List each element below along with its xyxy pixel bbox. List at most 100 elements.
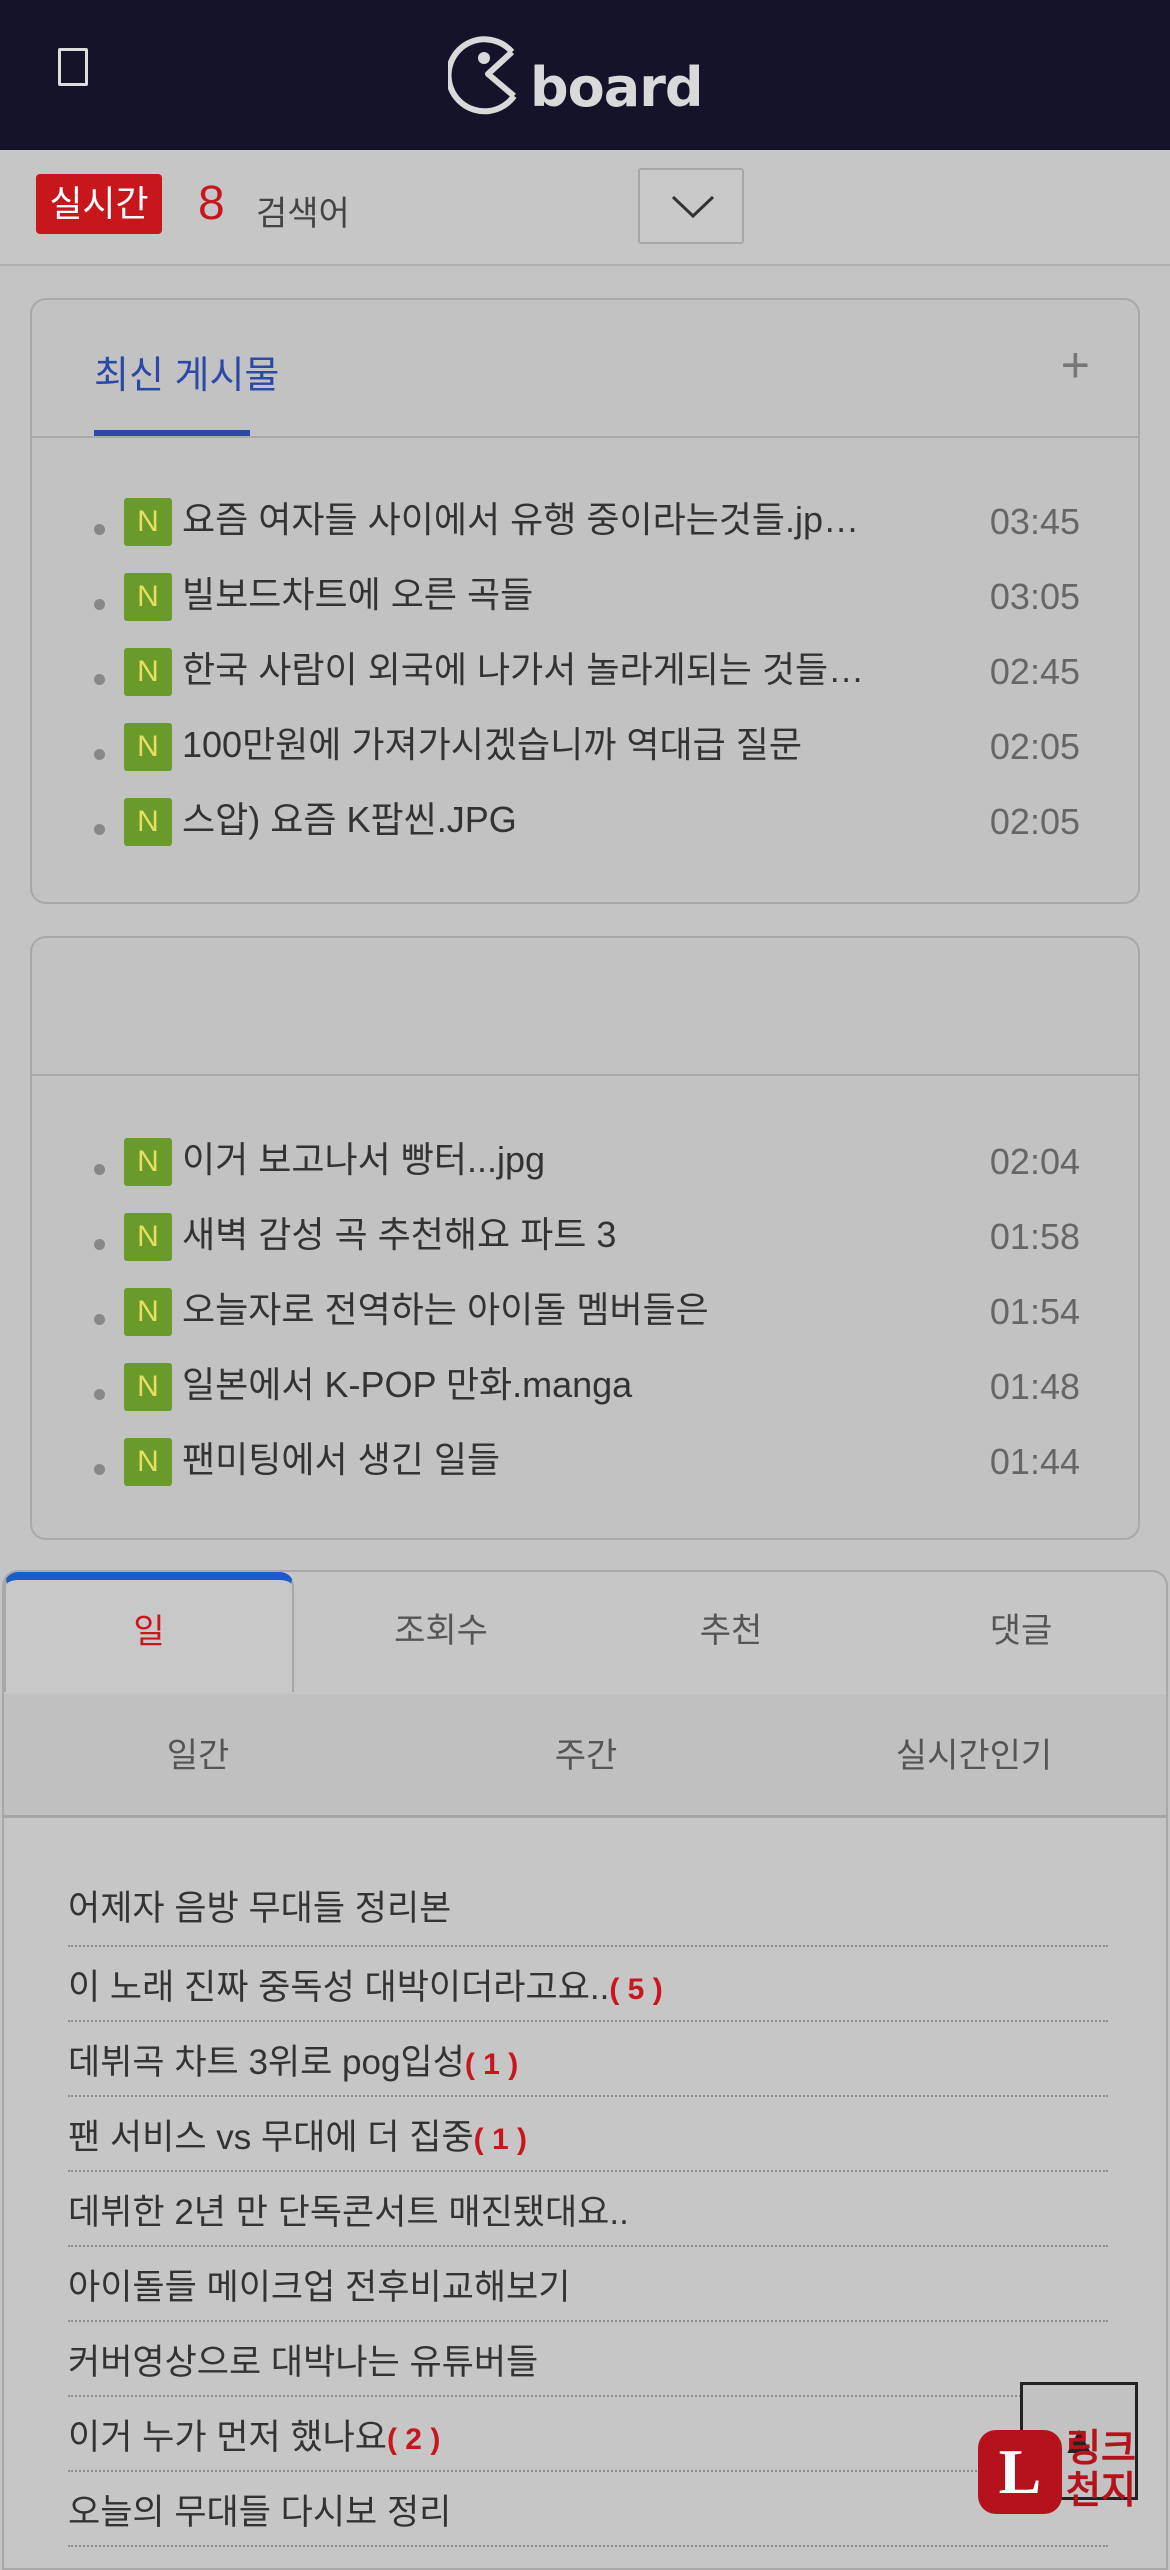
list-item[interactable]: 데뷔한 2년 만 단독콘서트 매진됐대요..	[68, 2172, 1108, 2247]
card-header	[32, 938, 1138, 1076]
best-title[interactable]: 데뷔곡 차트 3위로 pog입성	[68, 2043, 465, 2082]
comment-count: ( 2 )	[386, 2423, 441, 2456]
app-header: board	[0, 0, 1170, 150]
subtab-realtime[interactable]: 실시간인기	[780, 1694, 1168, 1818]
rank-dropdown-button[interactable]	[638, 168, 744, 244]
best-list: 어제자 음방 무대들 정리본 이 노래 진짜 중독성 대박이더라고요..( 5 …	[68, 1872, 1108, 2547]
tab-latest-posts[interactable]: 최신 게시물	[94, 344, 279, 399]
tab-views[interactable]: 조회수	[296, 1572, 586, 1692]
new-badge: N	[124, 723, 172, 771]
new-badge: N	[124, 1363, 172, 1411]
best-title[interactable]: 데뷔한 2년 만 단독콘서트 매진됐대요..	[68, 2193, 629, 2232]
pacman-logo-icon	[445, 36, 517, 115]
post-title[interactable]: 오늘자로 전역하는 아이돌 멤버들은	[182, 1288, 982, 1332]
post-title[interactable]: 새벽 감성 곡 추천해요 파트 3	[182, 1213, 982, 1257]
list-item[interactable]: 어제자 음방 무대들 정리본	[68, 1872, 1108, 1947]
post-time: 02:04	[989, 1141, 1080, 1182]
new-badge: N	[124, 798, 172, 846]
new-badge: N	[124, 1438, 172, 1486]
list-item[interactable]: 데뷔곡 차트 3위로 pog입성( 1 )	[68, 2022, 1108, 2097]
rank-number[interactable]: 8	[198, 176, 225, 231]
bullet-icon	[94, 1164, 105, 1175]
post-time: 03:05	[989, 576, 1080, 617]
period-subtabs: 일간 주간 실시간인기	[4, 1694, 1166, 1818]
bullet-icon	[94, 1314, 105, 1325]
bullet-icon	[94, 824, 105, 835]
best-title[interactable]: 아이돌들 메이크업 전후비교해보기	[68, 2268, 570, 2307]
list-item[interactable]: N 팬미팅에서 생긴 일들 01:44	[32, 1436, 1138, 1511]
subtab-daily[interactable]: 일간	[4, 1694, 392, 1818]
post-time: 01:58	[989, 1216, 1080, 1257]
list-item[interactable]: 아이돌들 메이크업 전후비교해보기	[68, 2247, 1108, 2322]
post-title[interactable]: 요즘 여자들 사이에서 유행 중이라는것들.jp…	[182, 498, 982, 542]
bullet-icon	[94, 674, 105, 685]
post-list: N 요즘 여자들 사이에서 유행 중이라는것들.jp… 03:45 N 빌보드차…	[32, 496, 1138, 871]
post-title[interactable]: 일본에서 K-POP 만화.manga	[182, 1363, 982, 1407]
comment-count: ( 1 )	[473, 2123, 527, 2156]
list-item[interactable]: 커버영상으로 대박나는 유튜버들	[68, 2322, 1108, 2397]
post-title[interactable]: 한국 사람이 외국에 나가서 놀라게되는 것들…	[182, 648, 982, 692]
list-item[interactable]: N 요즘 여자들 사이에서 유행 중이라는것들.jp… 03:45	[32, 496, 1138, 571]
post-title[interactable]: 팬미팅에서 생긴 일들	[182, 1438, 982, 1482]
rank-keyword[interactable]: 검색어	[256, 186, 350, 235]
new-badge: N	[124, 573, 172, 621]
bullet-icon	[94, 1389, 105, 1400]
tab-recommend[interactable]: 추천	[586, 1572, 876, 1692]
list-item[interactable]: N 일본에서 K-POP 만화.manga 01:48	[32, 1361, 1138, 1436]
tab-day[interactable]: 일	[4, 1572, 294, 1692]
menu-icon[interactable]	[58, 48, 88, 86]
post-title[interactable]: 스압) 요즘 K팝씬.JPG	[182, 798, 982, 842]
post-time: 01:54	[989, 1291, 1080, 1332]
ad-text-line2: 천지	[1066, 2470, 1136, 2512]
realtime-badge: 실시간	[36, 174, 162, 234]
comment-count: ( 1 )	[464, 2048, 519, 2081]
bullet-icon	[94, 1464, 105, 1475]
bullet-icon	[94, 599, 105, 610]
realtime-rank-bar: 실시간 8 검색어	[0, 150, 1170, 266]
list-item[interactable]: 오늘의 무대들 다시보 정리	[68, 2472, 1108, 2547]
post-time: 02:05	[989, 801, 1080, 842]
more-plus-icon[interactable]: +	[1061, 340, 1090, 390]
list-item[interactable]: N 한국 사람이 외국에 나가서 놀라게되는 것들… 02:45	[32, 646, 1138, 721]
new-badge: N	[124, 1138, 172, 1186]
tab-comments[interactable]: 댓글	[876, 1572, 1166, 1692]
popular-posts-card: N 이거 보고나서 빵터...jpg 02:04 N 새벽 감성 곡 추천해요 …	[30, 936, 1140, 1540]
logo-text: board	[530, 56, 703, 119]
post-time: 01:44	[989, 1441, 1080, 1482]
link-ad-logo[interactable]: L 링크 천지	[974, 2420, 1170, 2532]
board-logo[interactable]: board	[445, 30, 703, 120]
bullet-icon	[94, 1239, 105, 1250]
chevron-down-icon	[671, 195, 715, 219]
best-title[interactable]: 어제자 음방 무대들 정리본	[68, 1889, 451, 1928]
new-badge: N	[124, 1288, 172, 1336]
bullet-icon	[94, 749, 105, 760]
post-title[interactable]: 100만원에 가져가시겠습니까 역대급 질문	[182, 723, 982, 767]
best-title[interactable]: 커버영상으로 대박나는 유튜버들	[68, 2343, 538, 2382]
active-tab-underline	[94, 430, 250, 436]
post-list: N 이거 보고나서 빵터...jpg 02:04 N 새벽 감성 곡 추천해요 …	[32, 1136, 1138, 1511]
latest-posts-card: 최신 게시물 + N 요즘 여자들 사이에서 유행 중이라는것들.jp… 03:…	[30, 298, 1140, 904]
list-item[interactable]: N 이거 보고나서 빵터...jpg 02:04	[32, 1136, 1138, 1211]
subtab-weekly[interactable]: 주간	[392, 1694, 780, 1818]
best-title[interactable]: 팬 서비스 vs 무대에 더 집중	[68, 2118, 474, 2157]
best-title[interactable]: 이거 누가 먼저 했나요	[68, 2418, 387, 2457]
ad-text: 링크 천지	[1066, 2428, 1170, 2512]
list-item[interactable]: N 오늘자로 전역하는 아이돌 멤버들은 01:54	[32, 1286, 1138, 1361]
best-title[interactable]: 오늘의 무대들 다시보 정리	[68, 2493, 451, 2532]
card-header: 최신 게시물 +	[32, 300, 1138, 438]
list-item[interactable]: 팬 서비스 vs 무대에 더 집중( 1 )	[68, 2097, 1108, 2172]
best-title[interactable]: 이 노래 진짜 중독성 대박이더라고요..	[68, 1968, 609, 2007]
list-item[interactable]: 이 노래 진짜 중독성 대박이더라고요..( 5 )	[68, 1947, 1108, 2022]
new-badge: N	[124, 498, 172, 546]
post-time: 03:45	[989, 501, 1080, 542]
post-title[interactable]: 빌보드차트에 오른 곡들	[182, 573, 982, 617]
post-title[interactable]: 이거 보고나서 빵터...jpg	[182, 1138, 982, 1182]
list-item[interactable]: N 100만원에 가져가시겠습니까 역대급 질문 02:05	[32, 721, 1138, 796]
list-item[interactable]: N 새벽 감성 곡 추천해요 파트 3 01:58	[32, 1211, 1138, 1286]
list-item[interactable]: N 스압) 요즘 K팝씬.JPG 02:05	[32, 796, 1138, 871]
list-item[interactable]: N 빌보드차트에 오른 곡들 03:05	[32, 571, 1138, 646]
post-time: 02:45	[989, 651, 1080, 692]
new-badge: N	[124, 1213, 172, 1261]
new-badge: N	[124, 648, 172, 696]
list-item[interactable]: 이거 누가 먼저 했나요( 2 )	[68, 2397, 1108, 2472]
